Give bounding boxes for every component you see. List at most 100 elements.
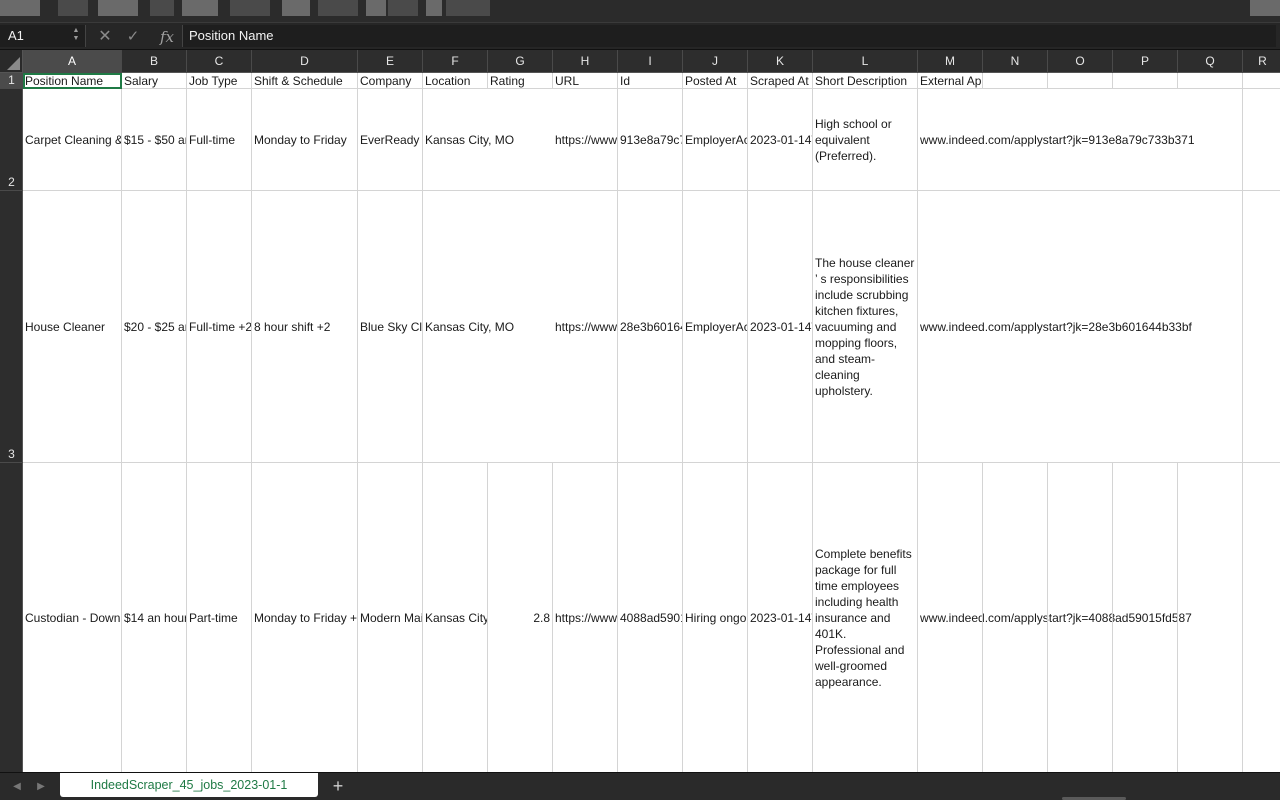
sheet-prev-icon[interactable]: ◀ (10, 778, 24, 796)
header-cell[interactable]: Short Description (813, 73, 918, 89)
column-header-p[interactable]: P (1113, 50, 1178, 73)
column-header-m[interactable]: M (918, 50, 983, 73)
cell-shift[interactable]: 8 hour shift +2 (252, 191, 358, 463)
cell-company[interactable]: Blue Sky Cle (358, 191, 423, 463)
toolbar-blurred-item (1250, 0, 1280, 16)
cell-location[interactable]: Kansas City, MO (423, 191, 553, 463)
cell-id[interactable]: 913e8a79c73 (618, 89, 683, 191)
empty-cell[interactable] (813, 463, 918, 772)
column-header-d[interactable]: D (252, 50, 358, 73)
empty-cell[interactable] (618, 463, 683, 772)
empty-cell[interactable] (187, 463, 252, 772)
cell-shift[interactable]: Monday to Friday (252, 89, 358, 191)
column-header-r[interactable]: R (1243, 50, 1280, 73)
cell-posted-at[interactable]: EmployerAc (683, 89, 748, 191)
column-header-f[interactable]: F (423, 50, 488, 73)
header-cell[interactable]: Scraped At (748, 73, 813, 89)
toolbar-blurred-item (318, 0, 358, 16)
header-cell[interactable]: Salary (122, 73, 187, 89)
cell-job-type[interactable]: Full-time +2 (187, 191, 252, 463)
column-header-l[interactable]: L (813, 50, 918, 73)
empty-cell[interactable] (1113, 73, 1178, 89)
column-header-n[interactable]: N (983, 50, 1048, 73)
function-icon[interactable]: fx (156, 26, 178, 48)
empty-cell[interactable] (1243, 463, 1280, 772)
cell-url[interactable]: https://www (553, 89, 618, 191)
check-icon[interactable]: ✓ (124, 27, 142, 47)
empty-cell[interactable] (983, 73, 1048, 89)
close-icon[interactable]: ✕ (96, 27, 114, 47)
column-header-a[interactable]: A (23, 50, 122, 73)
sheet-tab-active[interactable]: IndeedScraper_45_jobs_2023-01-1 (60, 773, 318, 797)
header-cell[interactable]: External Apply Link (918, 73, 983, 89)
empty-cell[interactable] (122, 463, 187, 772)
column-header-j[interactable]: J (683, 50, 748, 73)
cell-location[interactable]: Kansas City, MO (423, 89, 553, 191)
row-header-2[interactable]: 2 (0, 89, 23, 191)
empty-cell[interactable] (1243, 191, 1280, 463)
sheet-next-icon[interactable]: ▶ (34, 778, 48, 796)
toolbar-blurred-item (388, 0, 418, 16)
cell-posted-at[interactable]: EmployerAc (683, 191, 748, 463)
empty-cell[interactable] (918, 463, 983, 772)
empty-cell[interactable] (23, 463, 122, 772)
cell-short-description[interactable]: High school or equivalent (Preferred). (813, 89, 918, 191)
empty-cell[interactable] (1048, 73, 1113, 89)
empty-cell[interactable] (1243, 73, 1280, 89)
header-cell[interactable]: Position Name (23, 73, 122, 89)
toolbar-blurred-item (446, 0, 490, 16)
column-header-i[interactable]: I (618, 50, 683, 73)
cell-scraped-at[interactable]: 2023-01-14T (748, 191, 813, 463)
empty-cell[interactable] (748, 463, 813, 772)
cell-position[interactable]: House Cleaner (23, 191, 122, 463)
header-cell[interactable]: Location (423, 73, 488, 89)
empty-cell[interactable] (1048, 463, 1113, 772)
cell-short-description[interactable]: The house cleaner ’ s responsibilities i… (813, 191, 918, 463)
empty-cell[interactable] (252, 463, 358, 772)
empty-cell[interactable] (358, 463, 423, 772)
header-cell[interactable]: Job Type (187, 73, 252, 89)
row-header-1[interactable]: 1 (0, 73, 23, 89)
header-cell[interactable]: URL (553, 73, 618, 89)
column-header-o[interactable]: O (1048, 50, 1113, 73)
empty-cell[interactable] (1178, 73, 1243, 89)
empty-cell[interactable] (683, 463, 748, 772)
column-header-c[interactable]: C (187, 50, 252, 73)
header-cell[interactable]: Shift & Schedule (252, 73, 358, 89)
cell-job-type[interactable]: Full-time (187, 89, 252, 191)
column-header-q[interactable]: Q (1178, 50, 1243, 73)
column-header-g[interactable]: G (488, 50, 553, 73)
empty-cell[interactable] (488, 463, 553, 772)
column-header-b[interactable]: B (122, 50, 187, 73)
cell-company[interactable]: EverReady S (358, 89, 423, 191)
column-header-k[interactable]: K (748, 50, 813, 73)
header-cell[interactable]: Rating (488, 73, 553, 89)
row-header-3[interactable]: 3 (0, 191, 23, 463)
cell-url[interactable]: https://www (553, 191, 618, 463)
cell-position[interactable]: Carpet Cleaning & (23, 89, 122, 191)
cell-apply-link[interactable]: www.indeed.com/applystart?jk=913e8a79c73… (918, 89, 1243, 191)
empty-cell[interactable] (1243, 89, 1280, 191)
empty-cell[interactable] (423, 463, 488, 772)
empty-cell[interactable] (1113, 463, 1178, 772)
column-header-h[interactable]: H (553, 50, 618, 73)
cell-salary[interactable]: $20 - $25 an (122, 191, 187, 463)
cell-apply-link[interactable]: www.indeed.com/applystart?jk=28e3b601644… (918, 191, 1243, 463)
header-cell[interactable]: Id (618, 73, 683, 89)
cell-id[interactable]: 28e3b601644 (618, 191, 683, 463)
empty-cell[interactable] (1178, 463, 1243, 772)
header-cell[interactable]: Company (358, 73, 423, 89)
cell-salary[interactable]: $15 - $50 an (122, 89, 187, 191)
row-header-4[interactable] (0, 463, 23, 772)
column-header-e[interactable]: E (358, 50, 423, 73)
cell-scraped-at[interactable]: 2023-01-14T (748, 89, 813, 191)
header-cell[interactable]: Posted At (683, 73, 748, 89)
select-all-icon (7, 57, 20, 70)
sheet-tab-bar: ◀ ▶ IndeedScraper_45_jobs_2023-01-1 + (0, 772, 1280, 800)
empty-cell[interactable] (983, 463, 1048, 772)
plus-icon[interactable]: + (326, 775, 350, 797)
empty-cell[interactable] (553, 463, 618, 772)
formula-input[interactable]: Position Name (182, 25, 1276, 47)
name-box-stepper-icon[interactable]: ▲ ▼ (70, 27, 82, 45)
select-all-corner[interactable] (0, 50, 23, 73)
